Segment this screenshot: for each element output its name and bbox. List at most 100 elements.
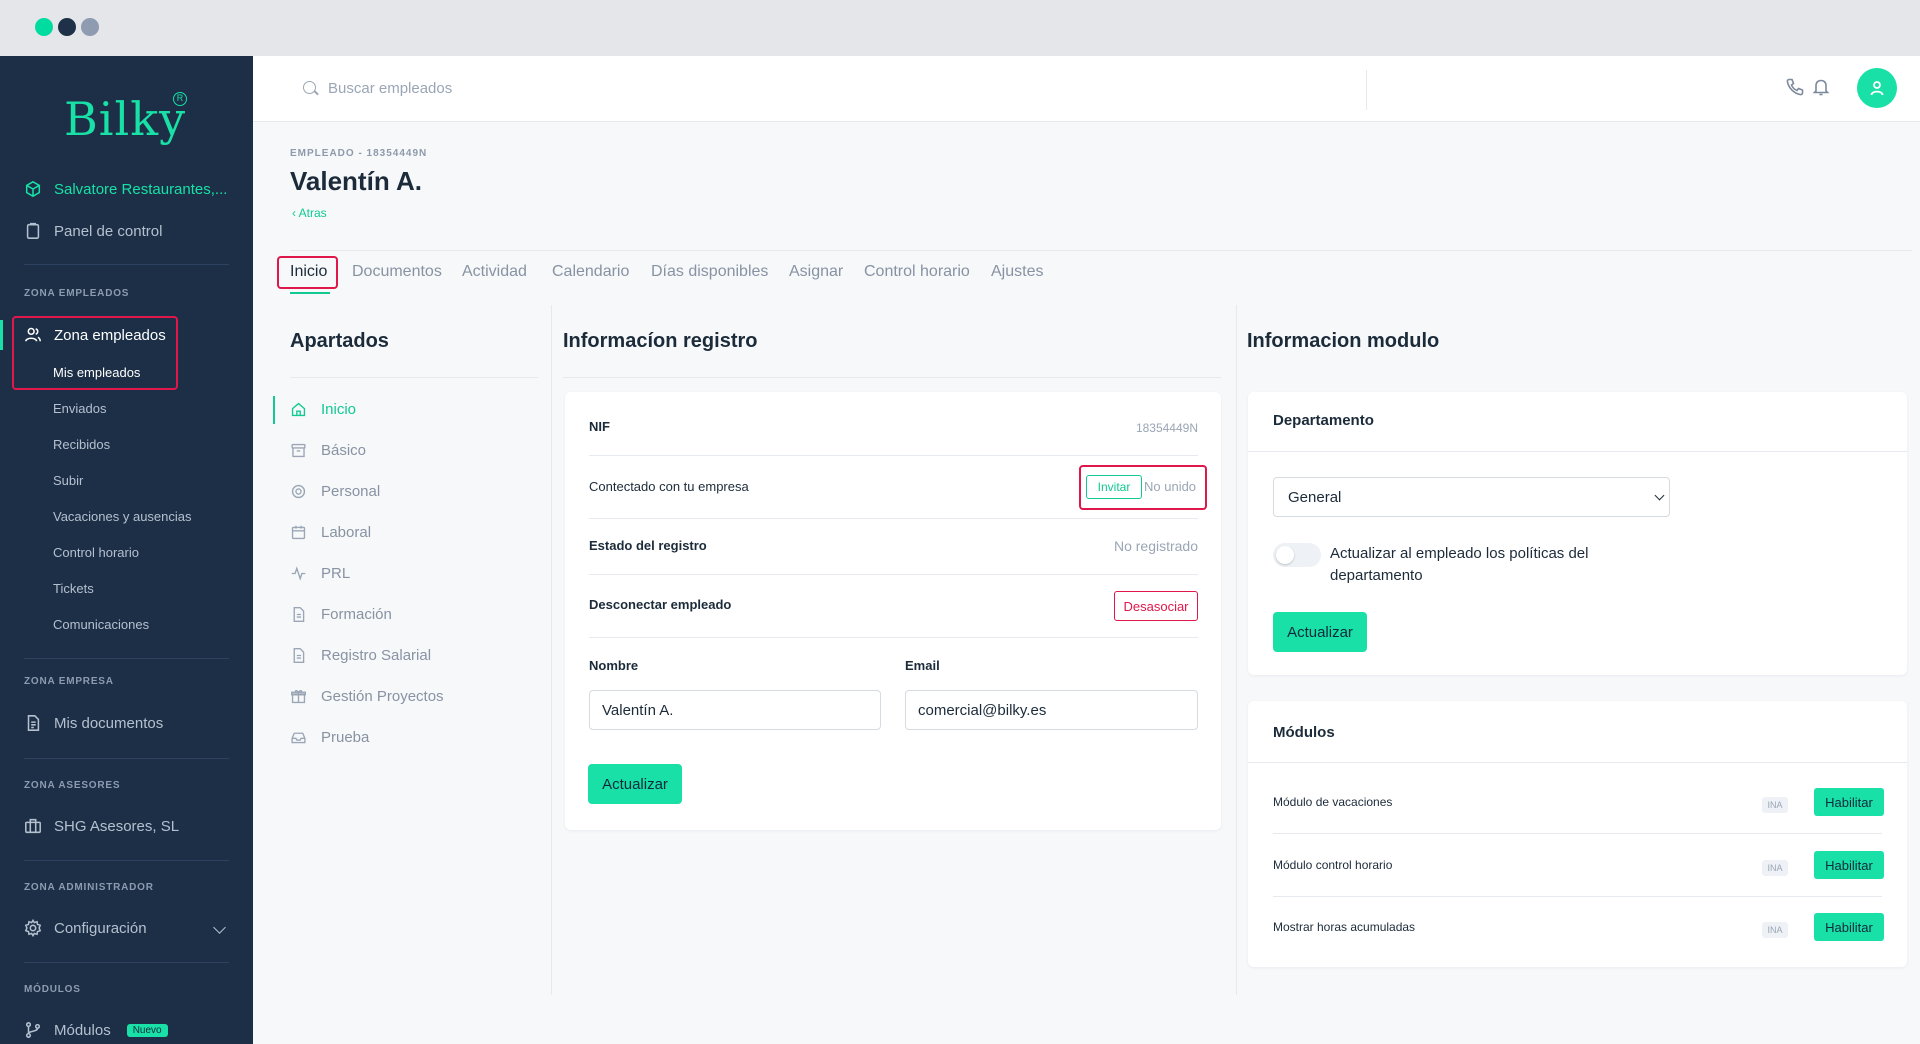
sidebar-divider <box>24 860 229 861</box>
toggle-knob <box>1276 546 1294 564</box>
breadcrumb: EMPLEADO - 18354449N <box>290 148 428 159</box>
section-divider <box>290 377 538 378</box>
sidebar-item-modulos[interactable]: Módulos Nuevo <box>24 1021 168 1039</box>
gift-icon <box>291 689 306 704</box>
row-divider <box>1248 762 1907 763</box>
nombre-input[interactable] <box>589 690 881 730</box>
apartado-personal[interactable]: Personal <box>290 483 380 500</box>
bell-icon[interactable] <box>1811 77 1831 97</box>
apartado-prl[interactable]: PRL <box>290 565 350 582</box>
sidebar-item-configuracion[interactable]: Configuración <box>24 919 147 937</box>
back-link[interactable]: ‹ Atras <box>292 206 327 220</box>
row-divider <box>1273 896 1882 897</box>
apartado-registro-salarial[interactable]: Registro Salarial <box>290 647 431 664</box>
search-icon <box>303 81 316 94</box>
column-divider <box>1236 305 1237 995</box>
document-icon <box>293 607 305 622</box>
section-title-zona-empleados: ZONA EMPLEADOS <box>24 288 130 299</box>
apartado-laboral[interactable]: Laboral <box>290 524 371 541</box>
sidebar-subitem-vacaciones[interactable]: Vacaciones y ausencias <box>53 509 192 524</box>
tab-dias-disponibles[interactable]: Días disponibles <box>651 263 768 281</box>
apartado-label: Formación <box>321 606 392 623</box>
habilitar-vacaciones-button[interactable]: Habilitar <box>1814 788 1884 816</box>
sidebar-item-label: Panel de control <box>54 222 163 240</box>
actualizar-registro-button[interactable]: Actualizar <box>588 764 682 804</box>
sidebar-subitem-tickets[interactable]: Tickets <box>53 581 94 596</box>
window-chrome <box>0 0 1920 56</box>
section-divider <box>563 377 1221 378</box>
departamento-select[interactable]: General <box>1273 477 1670 517</box>
sidebar-item-panel[interactable]: Panel de control <box>24 222 162 240</box>
company-selector[interactable]: Salvatore Restaurantes,... <box>24 180 227 198</box>
registro-title: Informacíon registro <box>563 330 758 352</box>
header-divider <box>290 250 1912 251</box>
document-icon <box>293 648 305 663</box>
actualizar-departamento-button[interactable]: Actualizar <box>1273 612 1367 652</box>
modulos-title: Módulos <box>1273 724 1335 741</box>
sidebar-subitem-control-horario[interactable]: Control horario <box>53 545 139 560</box>
row-divider <box>589 518 1198 519</box>
sidebar-subitem-subir[interactable]: Subir <box>53 473 83 488</box>
apartado-label: Básico <box>321 442 367 459</box>
window-dot-gray[interactable] <box>81 18 99 36</box>
modulo-row-label: Módulo de vacaciones <box>1273 795 1393 809</box>
section-title-modulos: MÓDULOS <box>24 984 81 995</box>
sidebar-item-mis-documentos[interactable]: Mis documentos <box>24 714 163 732</box>
apartado-label: Inicio <box>321 401 357 418</box>
apartado-gestion-proyectos[interactable]: Gestión Proyectos <box>290 688 444 705</box>
tab-ajustes[interactable]: Ajustes <box>991 263 1043 281</box>
chevron-down-icon[interactable] <box>213 921 226 934</box>
window-dot-dark[interactable] <box>58 18 76 36</box>
habilitar-control-horario-button[interactable]: Habilitar <box>1814 851 1884 879</box>
phone-icon[interactable] <box>1785 77 1805 97</box>
sidebar-item-label: SHG Asesores, SL <box>54 817 180 835</box>
apartado-formacion[interactable]: Formación <box>290 606 392 623</box>
habilitar-horas-acumuladas-button[interactable]: Habilitar <box>1814 913 1884 941</box>
tab-control-horario[interactable]: Control horario <box>864 263 970 281</box>
nombre-label: Nombre <box>589 658 639 673</box>
email-input[interactable] <box>905 690 1198 730</box>
politicas-toggle[interactable] <box>1273 543 1321 567</box>
active-indicator <box>273 396 275 424</box>
tab-documentos[interactable]: Documentos <box>352 263 442 281</box>
status-badge: INA <box>1762 922 1788 938</box>
sidebar-subitem-recibidos[interactable]: Recibidos <box>53 437 110 452</box>
topbar-divider <box>1366 70 1367 110</box>
branch-icon <box>25 1022 41 1038</box>
registered-mark-icon: R <box>173 92 187 106</box>
status-badge: INA <box>1762 797 1788 813</box>
sidebar-subitem-enviados[interactable]: Enviados <box>53 401 106 416</box>
highlight-box <box>1079 465 1207 510</box>
company-name: Salvatore Restaurantes,... <box>54 180 228 198</box>
modulo-title: Informacion modulo <box>1247 330 1440 352</box>
sidebar-divider <box>24 658 229 659</box>
window-dot-green[interactable] <box>35 18 53 36</box>
select-value: General <box>1288 489 1342 506</box>
column-divider <box>551 305 552 995</box>
desasociar-button[interactable]: Desasociar <box>1114 591 1198 621</box>
status-badge: INA <box>1762 860 1788 876</box>
tab-asignar[interactable]: Asignar <box>789 263 843 281</box>
sidebar-subitem-mis-empleados[interactable]: Mis empleados <box>53 365 140 380</box>
conectado-label: Contectado con tu empresa <box>589 479 749 494</box>
activity-icon <box>291 566 306 581</box>
section-title-zona-asesores: ZONA ASESORES <box>24 780 121 791</box>
tab-calendario[interactable]: Calendario <box>552 263 629 281</box>
sidebar: Bilky R Salvatore Restaurantes,... Panel… <box>0 56 253 1044</box>
logo: Bilky <box>64 92 187 146</box>
modulo-row-label: Mostrar horas acumuladas <box>1273 920 1416 934</box>
new-badge: Nuevo <box>126 1023 168 1037</box>
avatar[interactable] <box>1857 68 1897 108</box>
home-icon <box>291 402 306 417</box>
apartado-label: Prueba <box>321 729 370 746</box>
sidebar-subitem-comunicaciones[interactable]: Comunicaciones <box>53 617 149 632</box>
search-input[interactable] <box>328 76 828 100</box>
estado-value: No registrado <box>1113 538 1198 554</box>
inbox-icon <box>291 732 306 744</box>
apartado-prueba[interactable]: Prueba <box>290 729 369 746</box>
sidebar-item-asesor[interactable]: SHG Asesores, SL <box>24 817 179 835</box>
apartado-inicio[interactable]: Inicio <box>290 401 356 418</box>
tab-actividad[interactable]: Actividad <box>462 263 527 281</box>
apartado-basico[interactable]: Básico <box>290 442 366 459</box>
archive-icon <box>291 443 306 458</box>
